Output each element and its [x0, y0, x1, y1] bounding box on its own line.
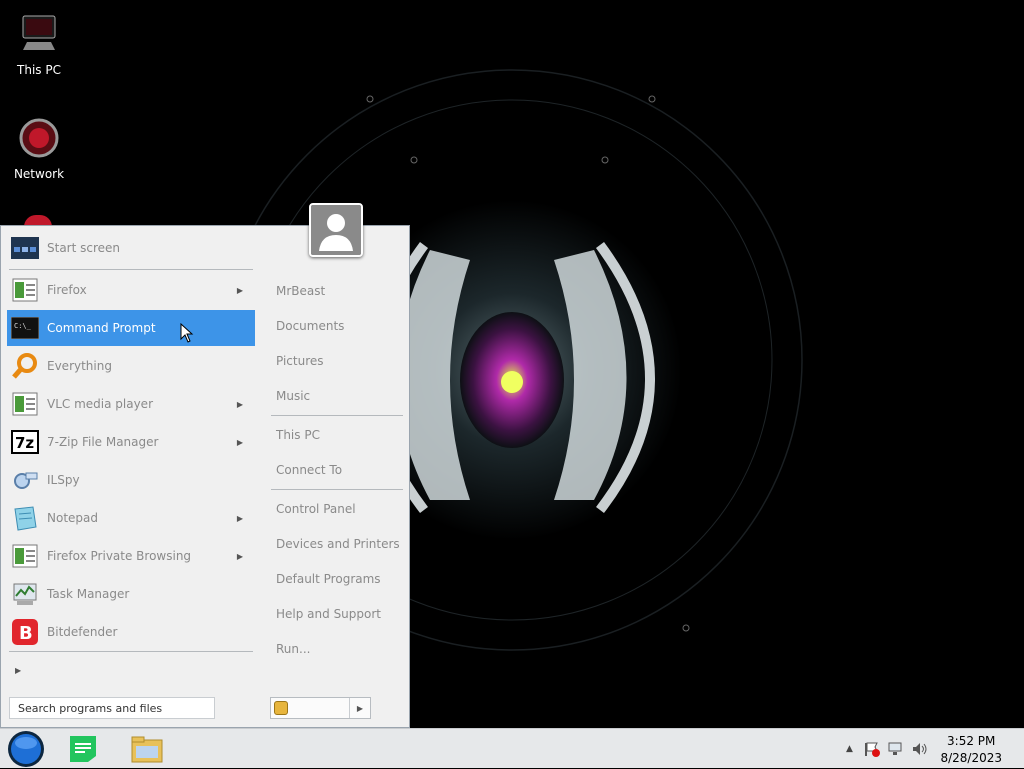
- taskbar-clock[interactable]: 3:52 PM 8/28/2023: [940, 733, 1002, 767]
- notepad-icon: [9, 504, 41, 532]
- right-item-user-folder[interactable]: MrBeast: [276, 284, 325, 298]
- show-hidden-icons-arrow[interactable]: ▲: [846, 744, 853, 754]
- program-ilspy[interactable]: ILSpy: [7, 462, 255, 498]
- start-screen-item[interactable]: Start screen: [7, 230, 255, 266]
- shutdown-warning-icon: [274, 701, 288, 715]
- submenu-arrow-icon: ▶: [236, 551, 243, 561]
- start-orb-button[interactable]: [6, 730, 46, 768]
- firefox-private-icon: [9, 542, 41, 570]
- program-label: ILSpy: [47, 473, 80, 487]
- ilspy-icon: [9, 466, 41, 494]
- desktop-icon-network[interactable]: Network: [0, 116, 78, 181]
- right-item-control-panel[interactable]: Control Panel: [276, 502, 356, 516]
- everything-search-icon: [9, 352, 41, 380]
- right-item-pictures[interactable]: Pictures: [276, 354, 324, 368]
- desktop-icon-label: Network: [13, 167, 65, 181]
- separator: [9, 269, 253, 270]
- program-label: Notepad: [47, 511, 98, 525]
- program-label: Bitdefender: [47, 625, 118, 639]
- program-label: Firefox: [47, 283, 87, 297]
- notes-app-icon[interactable]: [66, 732, 100, 766]
- clock-date: 8/28/2023: [940, 751, 1002, 765]
- submenu-arrow-icon: ▶: [236, 513, 243, 523]
- start-screen-label: Start screen: [47, 241, 121, 255]
- 7zip-icon: 7z: [9, 428, 41, 456]
- task-manager-icon: [9, 580, 41, 608]
- action-center-flag-icon[interactable]: [863, 741, 881, 757]
- right-item-default-programs[interactable]: Default Programs: [276, 572, 381, 586]
- svg-text:C:\_: C:\_: [14, 322, 32, 330]
- program-firefox[interactable]: Firefox ▶: [7, 272, 255, 308]
- program-label: Everything: [47, 359, 112, 373]
- program-7zip[interactable]: 7z 7-Zip File Manager ▶: [7, 424, 255, 460]
- program-label: Command Prompt: [47, 321, 156, 335]
- right-item-music[interactable]: Music: [276, 389, 310, 403]
- program-label: 7-Zip File Manager: [47, 435, 159, 449]
- right-item-help-support[interactable]: Help and Support: [276, 607, 381, 621]
- user-avatar[interactable]: [309, 203, 363, 257]
- separator: [9, 651, 253, 652]
- program-label: Firefox Private Browsing: [47, 549, 192, 563]
- separator: [271, 489, 403, 490]
- user-silhouette-icon: [311, 205, 361, 255]
- command-prompt-icon: C:\_: [9, 314, 41, 342]
- bitdefender-icon: B: [9, 618, 41, 646]
- vlc-icon: [9, 390, 41, 418]
- file-explorer-icon[interactable]: [130, 732, 164, 766]
- firefox-icon: [9, 276, 41, 304]
- network-globe-icon: [19, 118, 59, 158]
- desktop-icon-this-pc[interactable]: This PC: [0, 12, 78, 77]
- program-vlc[interactable]: VLC media player ▶: [7, 386, 255, 422]
- all-programs-arrow-icon[interactable]: ▶: [15, 666, 21, 675]
- right-item-this-pc[interactable]: This PC: [276, 428, 320, 442]
- this-pc-icon: [22, 15, 56, 50]
- volume-icon[interactable]: [911, 741, 929, 757]
- svg-text:7z: 7z: [15, 434, 34, 452]
- right-item-documents[interactable]: Documents: [276, 319, 344, 333]
- program-command-prompt[interactable]: C:\_ Command Prompt: [7, 310, 255, 346]
- start-menu: Start screen Firefox ▶ C:\_ Command Prom…: [0, 225, 410, 728]
- separator: [271, 415, 403, 416]
- right-item-connect-to[interactable]: Connect To: [276, 463, 342, 477]
- program-firefox-private[interactable]: Firefox Private Browsing ▶: [7, 538, 255, 574]
- program-task-manager[interactable]: Task Manager: [7, 576, 255, 612]
- search-programs-input[interactable]: [9, 697, 215, 719]
- program-everything[interactable]: Everything: [7, 348, 255, 384]
- network-icon[interactable]: [887, 741, 905, 757]
- clock-time: 3:52 PM: [947, 734, 996, 748]
- program-notepad[interactable]: Notepad ▶: [7, 500, 255, 536]
- start-screen-icon: [9, 234, 41, 262]
- desktop-icon-label: This PC: [17, 63, 61, 77]
- program-label: VLC media player: [47, 397, 154, 411]
- shutdown-button[interactable]: ▶: [270, 697, 371, 719]
- submenu-arrow-icon: ▶: [236, 437, 243, 447]
- taskbar: ▲ 3:52 PM 8/28/2023: [0, 728, 1024, 768]
- right-item-devices-printers[interactable]: Devices and Printers: [276, 537, 400, 551]
- right-item-run[interactable]: Run...: [276, 642, 310, 656]
- svg-text:B: B: [19, 623, 33, 644]
- mouse-cursor-icon: [180, 323, 194, 343]
- submenu-arrow-icon: ▶: [236, 399, 243, 409]
- shutdown-options-arrow-icon[interactable]: ▶: [349, 698, 370, 718]
- submenu-arrow-icon: ▶: [236, 285, 243, 295]
- program-bitdefender[interactable]: B Bitdefender: [7, 614, 255, 650]
- program-label: Task Manager: [47, 587, 130, 601]
